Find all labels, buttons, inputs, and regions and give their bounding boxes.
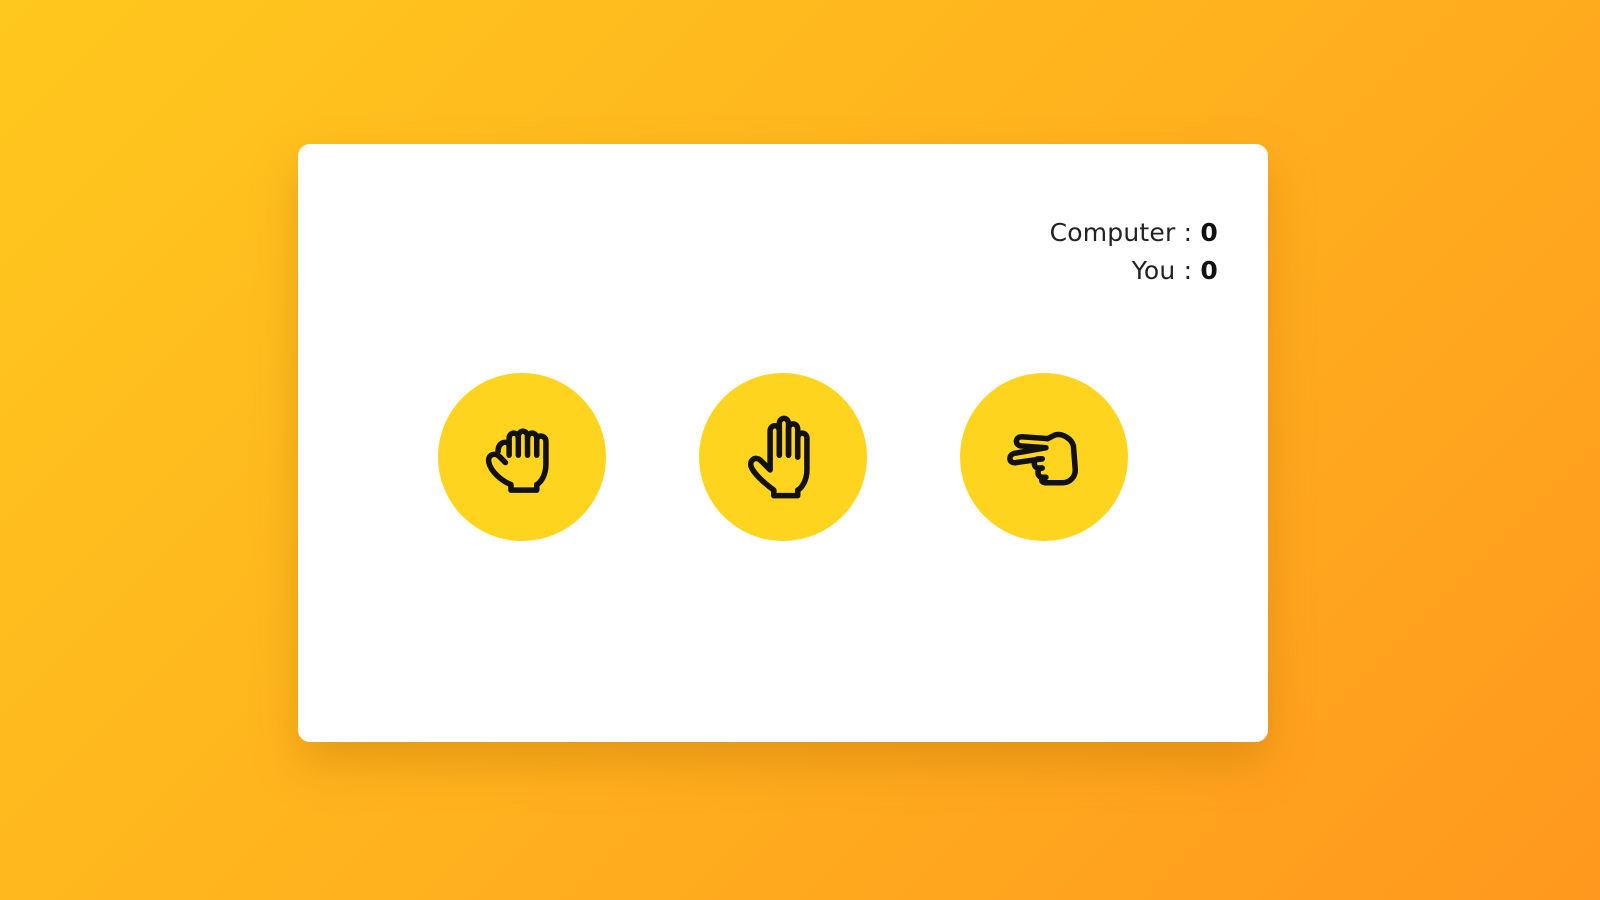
scissors-button[interactable] xyxy=(960,373,1128,541)
choices-row xyxy=(298,373,1268,541)
computer-score-row: Computer : 0 xyxy=(1050,214,1218,252)
computer-score-value: 0 xyxy=(1200,218,1218,247)
computer-score-label: Computer : xyxy=(1049,218,1193,247)
paper-button[interactable] xyxy=(699,373,867,541)
rock-button[interactable] xyxy=(438,373,606,541)
fist-icon xyxy=(476,411,568,503)
peace-hand-icon xyxy=(998,411,1090,503)
scoreboard: Computer : 0 You : 0 xyxy=(1050,214,1218,290)
you-score-value: 0 xyxy=(1200,256,1218,285)
you-score-row: You : 0 xyxy=(1050,252,1218,290)
game-card: Computer : 0 You : 0 xyxy=(298,144,1268,742)
you-score-label: You : xyxy=(1131,256,1193,285)
open-hand-icon xyxy=(737,411,829,503)
